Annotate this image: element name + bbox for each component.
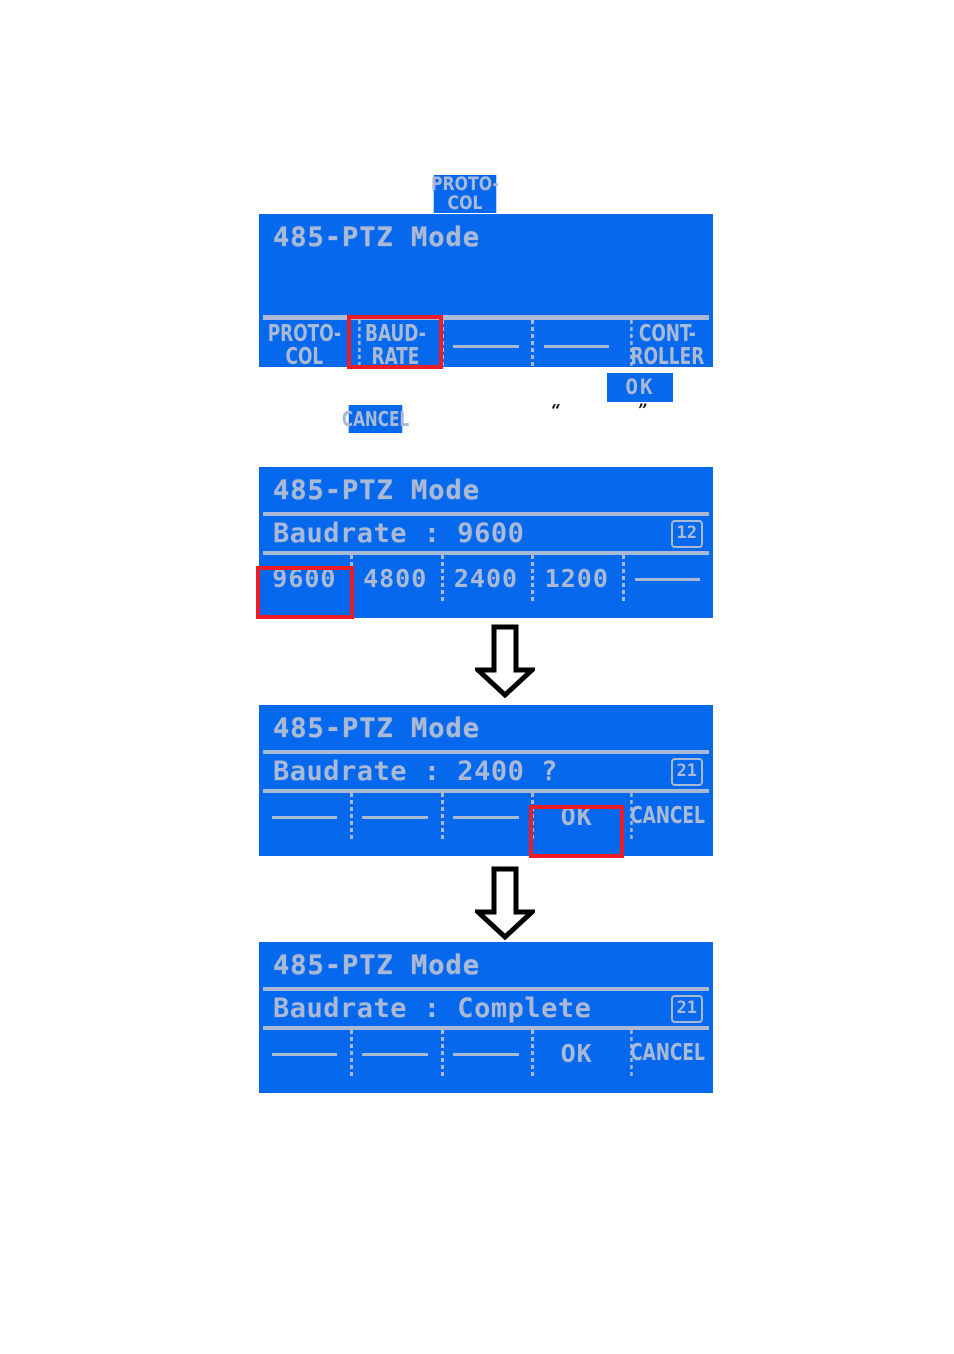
softkey-cancel-label: CANCEL <box>630 803 705 830</box>
dash-icon <box>453 344 519 348</box>
softkey-ok-complete[interactable]: OK <box>531 1030 622 1078</box>
status-badge: 21 <box>670 757 703 786</box>
softkey-protocol[interactable]: PROTO- COL <box>267 320 341 367</box>
panel-baudrate-select-title: 485-PTZ Mode <box>273 475 481 506</box>
softkey-cancel-complete-label: CANCEL <box>630 1040 705 1067</box>
softkey-controller[interactable]: CONT- ROLLER <box>630 320 704 367</box>
arrow-down-icon <box>471 624 539 699</box>
cancel-chip-label: CANCEL <box>341 406 410 431</box>
softkey-empty-4[interactable] <box>259 793 350 841</box>
softkey-baudrate-label: BAUD- RATE <box>364 320 426 367</box>
panel-baudrate-select-value-row: Baudrate : 9600 12 <box>259 516 713 551</box>
panel-baudrate-confirm-value-row: Baudrate : 2400 ? 21 <box>259 754 713 789</box>
softkey-empty-1[interactable] <box>440 320 532 367</box>
panel-baudrate-complete: 485-PTZ Mode Baudrate : Complete 21 OK C… <box>259 942 713 1093</box>
softkey-empty-3[interactable] <box>622 555 713 603</box>
softkey-empty-6[interactable] <box>440 793 532 841</box>
softkey-empty-7[interactable] <box>259 1030 350 1078</box>
quote-open: “ <box>551 401 561 421</box>
status-badge: 12 <box>670 519 703 548</box>
panel-baudrate-confirm: 485-PTZ Mode Baudrate : 2400 ? 21 OK CAN… <box>259 705 713 856</box>
softkey-4800[interactable]: 4800 <box>349 555 441 603</box>
softkey-controller-label: CONT- ROLLER <box>630 320 705 367</box>
baudrate-complete-value: Baudrate : Complete <box>273 993 592 1024</box>
protocol-chip[interactable]: PROTO- COL <box>431 172 499 214</box>
softkey-ok[interactable]: OK <box>531 793 622 841</box>
dash-icon <box>271 815 338 819</box>
panel-baudrate-confirm-keyrow: OK CANCEL <box>259 793 713 841</box>
softkey-4800-label: 4800 <box>363 564 428 594</box>
status-badge: 21 <box>670 994 703 1023</box>
dash-icon <box>362 1052 428 1056</box>
ok-chip[interactable]: OK <box>607 373 673 402</box>
panel-menu-title: 485-PTZ Mode <box>273 222 481 253</box>
panel-menu-keyrow: PROTO- COL BAUD- RATE CONT- ROLLER <box>259 320 713 367</box>
panel-baudrate-complete-title: 485-PTZ Mode <box>273 950 481 981</box>
dash-icon <box>453 1052 519 1056</box>
arrow-down-icon <box>471 866 539 941</box>
softkey-empty-2[interactable] <box>531 320 622 367</box>
softkey-cancel-complete[interactable]: CANCEL <box>630 1030 705 1078</box>
softkey-ok-complete-label: OK <box>560 1039 593 1069</box>
softkey-2400[interactable]: 2400 <box>440 555 532 603</box>
panel-baudrate-confirm-title: 485-PTZ Mode <box>273 713 481 744</box>
baudrate-confirm-value: Baudrate : 2400 ? <box>273 756 558 787</box>
softkey-1200-label: 1200 <box>544 564 609 594</box>
panel-baudrate-select-keyrow: 9600 4800 2400 1200 <box>259 555 713 603</box>
panel-baudrate-complete-keyrow: OK CANCEL <box>259 1030 713 1078</box>
softkey-9600[interactable]: 9600 <box>259 555 350 603</box>
softkey-2400-label: 2400 <box>453 564 519 594</box>
flow-arrow-down-1 <box>471 624 539 702</box>
softkey-1200[interactable]: 1200 <box>531 555 622 603</box>
protocol-chip-label: PROTO- COL <box>431 172 499 214</box>
panel-baudrate-complete-value-row: Baudrate : Complete 21 <box>259 991 713 1026</box>
panel-menu: 485-PTZ Mode PROTO- COL BAUD- RATE CONT-… <box>259 214 713 367</box>
panel-baudrate-select: 485-PTZ Mode Baudrate : 9600 12 9600 480… <box>259 467 713 618</box>
softkey-empty-5[interactable] <box>349 793 441 841</box>
dash-icon <box>271 1052 338 1056</box>
softkey-empty-9[interactable] <box>440 1030 532 1078</box>
dash-icon <box>634 577 701 581</box>
softkey-empty-8[interactable] <box>349 1030 441 1078</box>
dash-icon <box>362 815 428 819</box>
flow-arrow-down-2 <box>471 866 539 944</box>
dash-icon <box>544 344 610 348</box>
baudrate-value: Baudrate : 9600 <box>273 518 525 549</box>
quote-close: ” <box>638 401 648 421</box>
softkey-baudrate[interactable]: BAUD- RATE <box>357 320 432 367</box>
dash-icon <box>453 815 519 819</box>
softkey-9600-label: 9600 <box>272 564 337 594</box>
ok-chip-label: OK <box>625 374 655 399</box>
softkey-cancel[interactable]: CANCEL <box>630 793 705 841</box>
cancel-chip[interactable]: CANCEL <box>342 405 409 433</box>
softkey-protocol-label: PROTO- COL <box>267 320 342 367</box>
softkey-ok-label: OK <box>560 802 593 832</box>
